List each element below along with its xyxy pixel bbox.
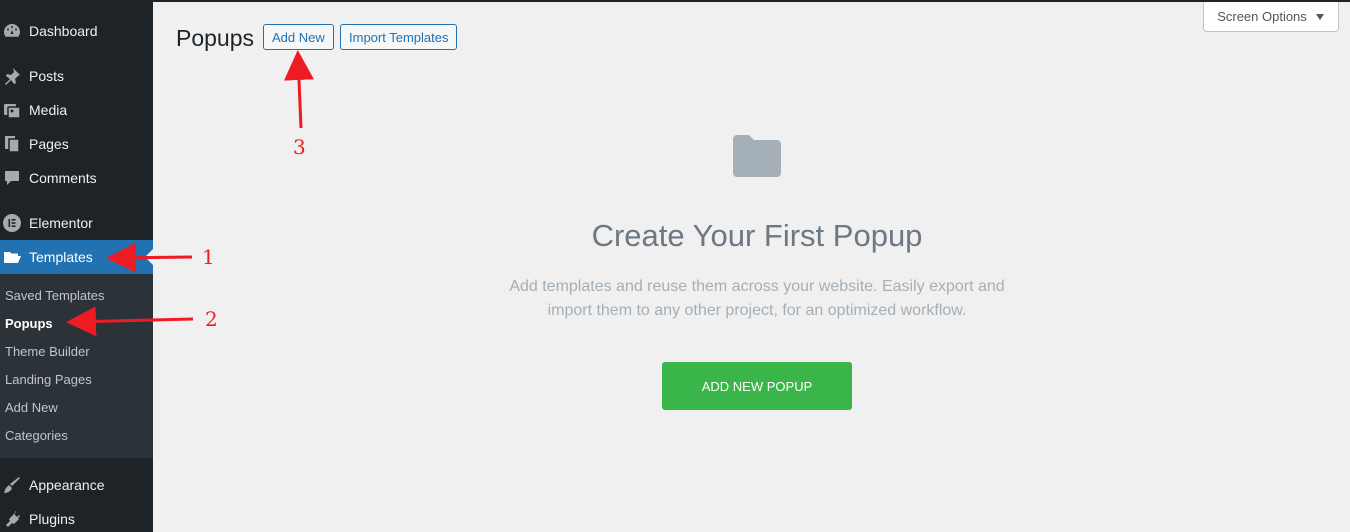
pin-icon (2, 66, 22, 86)
annotation-number-3: 3 (293, 135, 306, 159)
screen-options-label: Screen Options (1217, 9, 1307, 24)
submenu-item-theme-builder[interactable]: Theme Builder (5, 344, 90, 359)
submenu-item-add-new[interactable]: Add New (5, 400, 58, 415)
add-new-popup-button[interactable]: ADD NEW POPUP (662, 362, 852, 410)
submenu-item-categories[interactable]: Categories (5, 428, 68, 443)
import-templates-button[interactable]: Import Templates (340, 24, 458, 50)
empty-state-description: Add templates and reuse them across your… (457, 275, 1057, 323)
submenu-item-popups[interactable]: Popups (5, 316, 53, 331)
sidebar-item-label: Comments (29, 170, 97, 186)
sidebar-item-media[interactable]: Media (0, 93, 153, 127)
sidebar-item-templates[interactable]: Templates (0, 240, 153, 274)
empty-state-title: Create Your First Popup (591, 218, 923, 253)
annotation-number-2: 2 (205, 307, 218, 331)
dashboard-icon (2, 21, 22, 41)
sidebar-item-comments[interactable]: Comments (0, 161, 153, 195)
annotation-number-1: 1 (202, 245, 215, 269)
folder-open-icon (2, 247, 22, 267)
page-title: Popups (176, 25, 255, 51)
sidebar-item-label: Dashboard (29, 23, 98, 39)
sidebar-item-dashboard[interactable]: Dashboard (0, 14, 153, 48)
pages-icon (2, 134, 22, 154)
sidebar-item-label: Pages (29, 136, 69, 152)
submenu-item-saved-templates[interactable]: Saved Templates (5, 288, 105, 303)
elementor-icon (2, 213, 22, 233)
annotation-arrow-3 (284, 50, 314, 129)
plug-icon (2, 509, 22, 529)
admin-sidebar: Dashboard Posts Media Pages Comments Ele… (0, 0, 153, 532)
empty-state-description-line-2: import them to any other project, for an… (547, 302, 967, 319)
sidebar-item-label: Plugins (29, 511, 75, 527)
sidebar-item-label: Posts (29, 68, 65, 84)
sidebar-item-plugins[interactable]: Plugins (0, 502, 153, 532)
sidebar-item-elementor[interactable]: Elementor (0, 206, 153, 240)
screen-options-button[interactable]: Screen Options (1203, 2, 1339, 32)
wp-admin-screen: Dashboard Posts Media Pages Comments Ele… (0, 0, 1350, 532)
submenu-item-landing-pages[interactable]: Landing Pages (5, 372, 92, 387)
templates-submenu: Saved Templates Popups Theme Builder Lan… (0, 274, 153, 458)
caret-down-icon (1315, 9, 1325, 24)
admin-bar-edge (153, 0, 1350, 2)
folder-icon (733, 135, 781, 177)
sidebar-item-label: Templates (29, 249, 93, 265)
add-new-button[interactable]: Add New (263, 24, 334, 50)
media-icon (2, 100, 22, 120)
sidebar-item-label: Media (29, 102, 68, 118)
sidebar-item-posts[interactable]: Posts (0, 59, 153, 93)
sidebar-item-label: Appearance (29, 477, 105, 493)
paintbrush-icon (2, 475, 22, 495)
sidebar-item-label: Elementor (29, 215, 93, 231)
comment-icon (2, 168, 22, 188)
sidebar-item-pages[interactable]: Pages (0, 127, 153, 161)
empty-state-description-line-1: Add templates and reuse them across your… (509, 278, 1005, 295)
sidebar-item-appearance[interactable]: Appearance (0, 468, 153, 502)
